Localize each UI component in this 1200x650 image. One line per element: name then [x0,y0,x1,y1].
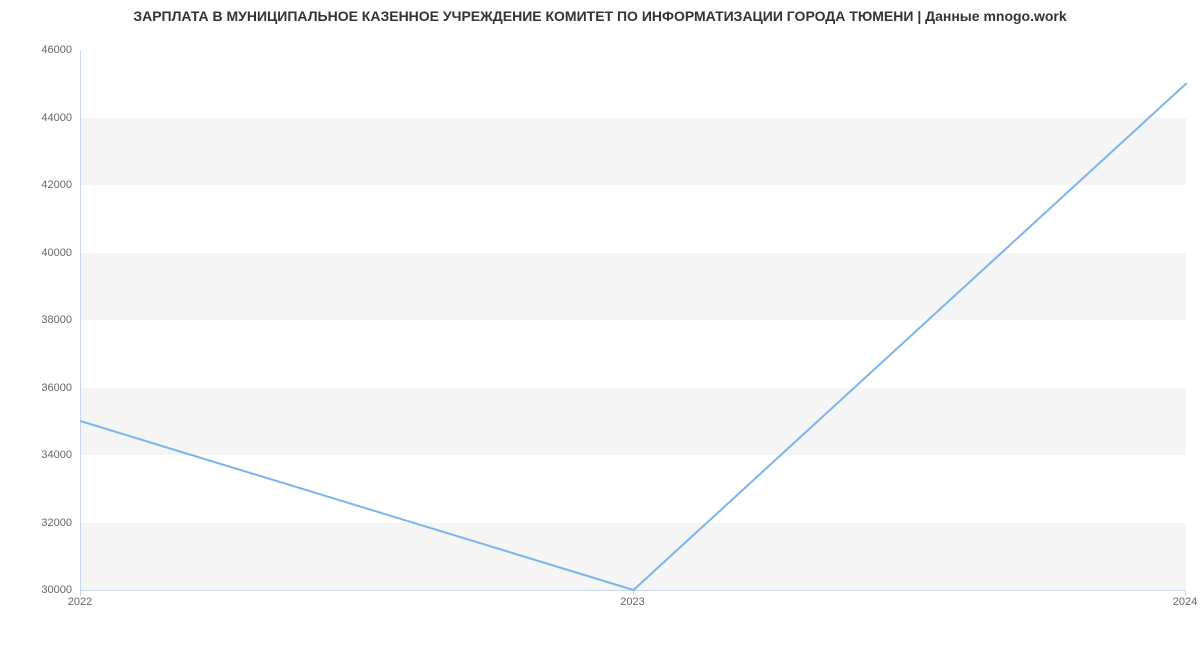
chart-title: ЗАРПЛАТА В МУНИЦИПАЛЬНОЕ КАЗЕННОЕ УЧРЕЖД… [0,8,1200,24]
y-tick-label: 38000 [12,314,72,326]
plot-area [80,50,1186,591]
y-tick-label: 40000 [12,247,72,259]
y-tick-label: 32000 [12,517,72,529]
y-tick-label: 46000 [12,44,72,56]
x-tick-label: 2023 [620,596,644,608]
x-tick-label: 2022 [68,596,92,608]
line-layer [81,50,1186,590]
y-tick-label: 30000 [12,584,72,596]
y-tick-label: 36000 [12,382,72,394]
chart-container: ЗАРПЛАТА В МУНИЦИПАЛЬНОЕ КАЗЕННОЕ УЧРЕЖД… [0,0,1200,650]
series-line [81,84,1186,590]
y-tick-label: 42000 [12,179,72,191]
y-tick-label: 44000 [12,112,72,124]
x-tick-label: 2024 [1173,596,1197,608]
y-tick-label: 34000 [12,449,72,461]
